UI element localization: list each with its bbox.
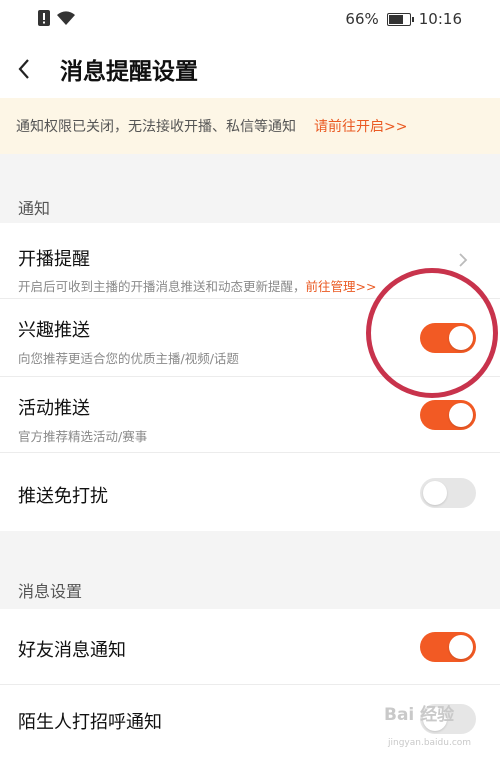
back-button[interactable] xyxy=(0,40,48,98)
friend-msg-toggle[interactable] xyxy=(420,632,476,662)
status-right: 66% 10:16 xyxy=(345,10,462,28)
toggle-knob xyxy=(449,326,473,350)
status-left xyxy=(38,10,76,26)
section-label-notify: 通知 xyxy=(18,199,51,218)
toggle-knob xyxy=(449,635,473,659)
row-title: 推送免打扰 xyxy=(18,486,108,507)
clock: 10:16 xyxy=(418,10,462,28)
toggle-knob xyxy=(423,481,447,505)
row-stranger-greet: 陌生人打招呼通知 xyxy=(0,685,500,763)
row-dnd-push: 推送免打扰 xyxy=(0,453,500,531)
row-title: 活动推送 xyxy=(18,398,90,419)
row-live-reminder[interactable]: 开播提醒 开启后可收到主播的开播消息推送和动态更新提醒，前往管理>> xyxy=(0,223,500,299)
chevron-left-icon xyxy=(18,59,29,79)
row-title: 陌生人打招呼通知 xyxy=(18,712,162,733)
row-subtitle: 官方推荐精选活动/赛事 xyxy=(18,429,148,444)
interest-push-toggle[interactable] xyxy=(420,323,476,353)
row-subtitle: 开启后可收到主播的开播消息推送和动态更新提醒，前往管理>> xyxy=(18,276,376,295)
permission-banner: 通知权限已关闭，无法接收开播、私信等通知 请前往开启>> xyxy=(0,98,500,154)
row-subtitle: 向您推荐更适合您的优质主播/视频/话题 xyxy=(18,351,239,366)
wifi-icon xyxy=(57,11,75,25)
alert-icon xyxy=(38,10,50,26)
header: 消息提醒设置 xyxy=(0,40,500,98)
enable-permission-link[interactable]: 请前往开启>> xyxy=(314,116,407,136)
section-label-message: 消息设置 xyxy=(18,582,83,601)
chevron-right-icon xyxy=(459,253,468,267)
status-bar: 66% 10:16 xyxy=(0,0,500,40)
dnd-push-toggle[interactable] xyxy=(420,478,476,508)
page-title: 消息提醒设置 xyxy=(60,59,198,85)
row-title: 好友消息通知 xyxy=(18,640,126,661)
activity-push-toggle[interactable] xyxy=(420,400,476,430)
manage-link[interactable]: 前往管理>> xyxy=(306,279,377,294)
row-friend-msg: 好友消息通知 xyxy=(0,609,500,685)
row-title: 开播提醒 xyxy=(18,249,90,270)
row-subtitle-text: 开启后可收到主播的开播消息推送和动态更新提醒， xyxy=(18,279,306,294)
battery-icon xyxy=(386,12,414,26)
stranger-greet-toggle[interactable] xyxy=(420,704,476,734)
row-interest-push: 兴趣推送 向您推荐更适合您的优质主播/视频/话题 xyxy=(0,299,500,377)
battery-percent: 66% xyxy=(345,10,379,28)
banner-text: 通知权限已关闭，无法接收开播、私信等通知 xyxy=(16,119,296,135)
toggle-knob xyxy=(449,403,473,427)
row-activity-push: 活动推送 官方推荐精选活动/赛事 xyxy=(0,377,500,453)
row-title: 兴趣推送 xyxy=(18,320,90,341)
toggle-knob xyxy=(423,707,447,731)
